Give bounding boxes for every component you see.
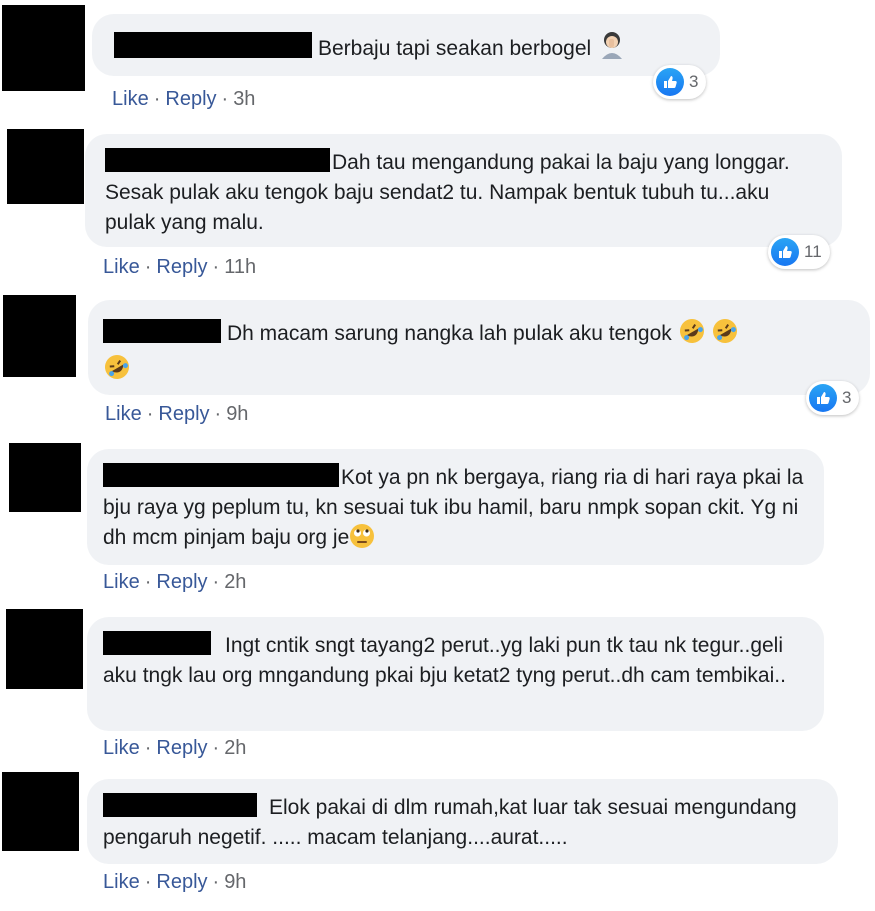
- comment-actions: Like · Reply · 2h: [103, 736, 246, 760]
- avatar[interactable]: [6, 609, 83, 689]
- timestamp[interactable]: 9h: [224, 871, 246, 893]
- woman-facepalming-icon: [602, 32, 623, 59]
- reply-link[interactable]: Reply: [156, 571, 207, 593]
- reaction-badge[interactable]: 11: [768, 235, 830, 269]
- rolling-on-floor-laughing-icon: [105, 355, 129, 379]
- redacted-username: [103, 793, 257, 817]
- separator: ·: [212, 256, 220, 278]
- separator: ·: [212, 871, 220, 893]
- redacted-username: [103, 319, 221, 343]
- avatar[interactable]: [2, 5, 85, 91]
- like-icon: [771, 238, 799, 266]
- like-link[interactable]: Like: [112, 88, 149, 110]
- comment-bubble: Ingt cntik sngt tayang2 perut..yg laki p…: [87, 617, 824, 731]
- avatar[interactable]: [7, 129, 84, 204]
- comment-bubble: Dh macam sarung nangka lah pulak aku ten…: [88, 300, 870, 395]
- reply-link[interactable]: Reply: [156, 737, 207, 759]
- comment-actions: Like · Reply · 2h: [103, 570, 246, 594]
- separator: ·: [221, 88, 229, 110]
- reaction-count: 3: [689, 72, 699, 91]
- timestamp[interactable]: 3h: [233, 88, 255, 110]
- avatar[interactable]: [2, 772, 79, 851]
- separator: ·: [214, 403, 222, 425]
- reply-link[interactable]: Reply: [156, 871, 207, 893]
- reply-link[interactable]: Reply: [158, 403, 209, 425]
- redacted-username: [114, 32, 312, 58]
- reply-link[interactable]: Reply: [165, 88, 216, 110]
- comment-bubble: Dah tau mengandung pakai la baju yang lo…: [85, 134, 842, 247]
- comment-actions: Like · Reply · 11h: [103, 255, 256, 279]
- rolling-on-floor-laughing-icon: [713, 319, 738, 343]
- separator: ·: [144, 871, 152, 893]
- redacted-username: [105, 148, 330, 172]
- like-link[interactable]: Like: [103, 871, 140, 893]
- redacted-username: [103, 463, 339, 487]
- separator: ·: [212, 737, 220, 759]
- comment-bubble: Elok pakai di dlm rumah,kat luar tak ses…: [87, 779, 838, 864]
- separator: ·: [144, 571, 152, 593]
- like-icon: [809, 384, 837, 412]
- timestamp[interactable]: 2h: [224, 571, 246, 593]
- avatar[interactable]: [9, 443, 81, 512]
- timestamp[interactable]: 9h: [226, 403, 248, 425]
- comment-actions: Like · Reply · 9h: [105, 402, 248, 426]
- separator: ·: [144, 737, 152, 759]
- avatar[interactable]: [3, 295, 76, 377]
- reaction-count: 3: [842, 388, 852, 407]
- like-link[interactable]: Like: [105, 403, 142, 425]
- comment-actions: Like · Reply · 3h: [112, 87, 255, 111]
- separator: ·: [212, 571, 220, 593]
- like-link[interactable]: Like: [103, 256, 140, 278]
- reply-link[interactable]: Reply: [156, 256, 207, 278]
- rolling-on-floor-laughing-icon: [679, 319, 704, 343]
- separator: ·: [153, 88, 161, 110]
- like-link[interactable]: Like: [103, 571, 140, 593]
- comment-bubble: Berbaju tapi seakan berbogel: [92, 14, 720, 76]
- separator: ·: [144, 256, 152, 278]
- comment-bubble: Kot ya pn nk bergaya, riang ria di hari …: [87, 449, 824, 565]
- reaction-count: 11: [804, 242, 822, 261]
- timestamp[interactable]: 2h: [224, 737, 246, 759]
- reaction-badge[interactable]: 3: [653, 65, 707, 99]
- timestamp[interactable]: 11h: [224, 256, 256, 278]
- comment-text: Dh macam sarung nangka lah pulak aku ten…: [227, 322, 672, 345]
- comment-text: Berbaju tapi seakan berbogel: [318, 37, 592, 60]
- comment-actions: Like · Reply · 9h: [103, 870, 246, 894]
- reaction-badge[interactable]: 3: [806, 381, 860, 415]
- like-icon: [656, 68, 684, 96]
- face-with-rolling-eyes-icon: [350, 524, 375, 548]
- like-link[interactable]: Like: [103, 737, 140, 759]
- redacted-username: [103, 631, 211, 655]
- separator: ·: [146, 403, 154, 425]
